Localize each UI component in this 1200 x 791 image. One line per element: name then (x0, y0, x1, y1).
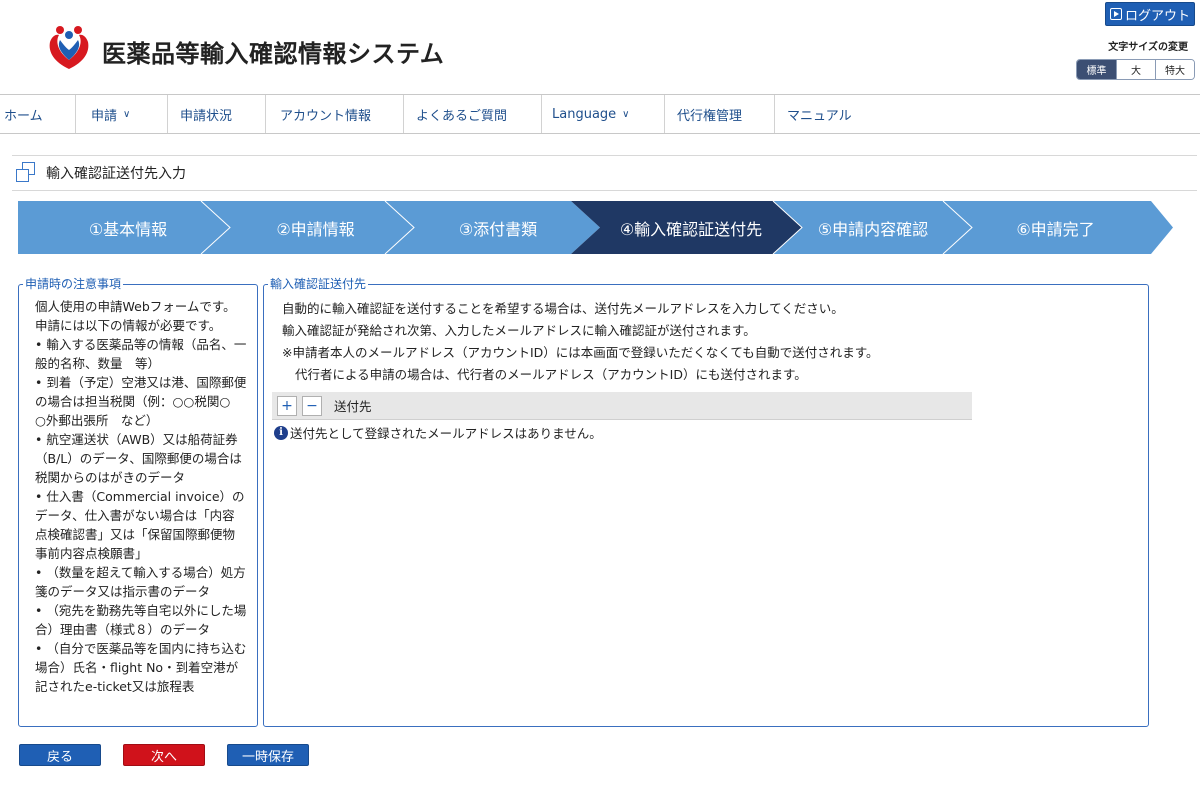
instruction-line-2: 輸入確認証が発給され次第、入力したメールアドレスに輸入確認証が送付されます。 (282, 323, 756, 338)
logout-icon (1109, 8, 1122, 20)
notice-line: 記されたe-ticket又は旅程表 (35, 679, 195, 694)
step-3-label: ③添付書類 (458, 219, 538, 239)
notice-line: 合）理由書（様式８）のデータ (35, 622, 211, 637)
notice-line: 点検確認書」又は「保留国際郵便物 (35, 527, 236, 542)
page-title: 輸入確認証送付先入力 (46, 166, 186, 182)
notice-line: • 航空運送状（AWB）又は船荷証券 (35, 432, 238, 447)
font-size-label: 文字サイズの変更 (1108, 42, 1188, 53)
font-size-large-button[interactable]: 大 (1116, 60, 1155, 79)
step-1-label: ①基本情報 (88, 219, 168, 239)
nav-language[interactable]: Language ∨ (542, 95, 665, 133)
nav-manual[interactable]: マニュアル (775, 95, 895, 133)
nav-account-info[interactable]: アカウント情報 (266, 95, 404, 133)
back-button[interactable]: 戻る (19, 744, 101, 766)
destination-column-header: 送付先 (334, 399, 372, 414)
notice-legend: 申請時の注意事項 (23, 277, 124, 291)
notice-line: 個人使用の申請Webフォームです。 (35, 299, 236, 314)
nav-faq[interactable]: よくあるご質問 (404, 95, 542, 133)
step-indicator: ①基本情報 ②申請情報 ③添付書類 ④輸入確認証送付先 ⑤申請内容確認 ⑥申請完… (18, 201, 1178, 254)
notice-line: • （数量を超えて輸入する場合）処方 (35, 565, 246, 580)
instruction-line-4: 代行者による申請の場合は、代行者のメールアドレス（アカウントID）にも送付されま… (295, 367, 807, 382)
font-size-standard-button[interactable]: 標準 (1077, 60, 1116, 79)
instruction-line-3: ※申請者本人のメールアドレス（アカウントID）には本画面で登録いただくなくても自… (282, 345, 879, 360)
notice-body: 個人使用の申請Webフォームです。 申請には以下の情報が必要です。 • 輸入する… (35, 297, 253, 696)
notice-panel: 申請時の注意事項 個人使用の申請Webフォームです。 申請には以下の情報が必要で… (18, 277, 258, 727)
notice-line: の場合は担当税関（例：○○税関○ (35, 394, 231, 409)
font-size-selector: 標準 大 特大 (1076, 59, 1195, 80)
font-size-xlarge-button[interactable]: 特大 (1155, 60, 1194, 79)
header: 医薬品等輸入確認情報システム ログアウト 文字サイズの変更 標準 大 特大 (0, 0, 1200, 94)
save-draft-button[interactable]: 一時保存 (227, 744, 309, 766)
notice-line: • （自分で医薬品等を国内に持ち込む (35, 641, 247, 656)
page-title-bar: 輸入確認証送付先入力 (12, 155, 1197, 191)
step-6-label: ⑥申請完了 (1016, 219, 1095, 239)
notice-line: ○外郵出張所 など） (35, 413, 159, 428)
empty-state-text: 送付先として登録されたメールアドレスはありません。 (290, 426, 602, 441)
remove-row-button[interactable]: − (302, 395, 322, 416)
notice-line: 税関からのはがきのデータ (35, 470, 186, 485)
nav-application[interactable]: 申請 ∨ (76, 95, 168, 133)
nav-proxy-management[interactable]: 代行権管理 (665, 95, 775, 133)
empty-state-message: i 送付先として登録されたメールアドレスはありません。 (274, 423, 602, 442)
step-5-label: ⑤申請内容確認 (817, 219, 929, 239)
step-2-label: ②申請情報 (276, 219, 355, 239)
notice-line: 般的名称、数量 等） (35, 356, 161, 371)
notice-line: 箋のデータ又は指示書のデータ (35, 584, 211, 599)
add-row-button[interactable]: + (277, 395, 297, 416)
nav-application-status[interactable]: 申請状況 (168, 95, 266, 133)
notice-line: • （宛先を勤務先等自宅以外にした場 (35, 603, 247, 618)
destination-legend: 輸入確認証送付先 (268, 277, 369, 291)
destination-panel: 輸入確認証送付先 自動的に輸入確認証を送付することを希望する場合は、送付先メール… (263, 277, 1149, 727)
chevron-down-icon: ∨ (123, 108, 131, 120)
notice-line: データ、仕入書がない場合は「内容 (35, 508, 235, 523)
chevron-down-icon: ∨ (622, 108, 630, 120)
notice-line: 事前内容点検願書」 (35, 546, 148, 561)
notice-line: （B/L）のデータ、国際郵便の場合は (35, 451, 242, 466)
notice-line: 場合）氏名・flight No・到着空港が (35, 660, 239, 675)
window-icon (16, 162, 38, 184)
notice-line: 申請には以下の情報が必要です。 (35, 318, 222, 333)
step-4-label: ④輸入確認証送付先 (619, 219, 763, 239)
destination-instructions: 自動的に輸入確認証を送付することを希望する場合は、送付先メールアドレスを入力して… (282, 298, 879, 386)
main-nav: ホーム 申請 ∨ 申請状況 アカウント情報 よくあるご質問 Language ∨ 代… (0, 94, 1200, 134)
notice-line: • 到着（予定）空港又は港、国際郵便 (35, 375, 247, 390)
nav-home[interactable]: ホーム (0, 95, 76, 133)
logout-button[interactable]: ログアウト (1105, 2, 1195, 26)
next-button[interactable]: 次へ (123, 744, 205, 766)
ministry-logo-icon (49, 26, 89, 69)
plus-icon: + (281, 397, 293, 414)
notice-line: • 輸入する医薬品等の情報（品名、一 (35, 337, 247, 352)
info-icon: i (274, 425, 288, 440)
minus-icon: − (306, 397, 318, 414)
site-title: 医薬品等輸入確認情報システム (102, 40, 445, 68)
logout-label: ログアウト (1124, 8, 1190, 24)
notice-line: • 仕入書（Commercial invoice）の (35, 489, 245, 504)
instruction-line-1: 自動的に輸入確認証を送付することを希望する場合は、送付先メールアドレスを入力して… (282, 301, 844, 316)
destination-grid-header: + − 送付先 (272, 392, 972, 420)
